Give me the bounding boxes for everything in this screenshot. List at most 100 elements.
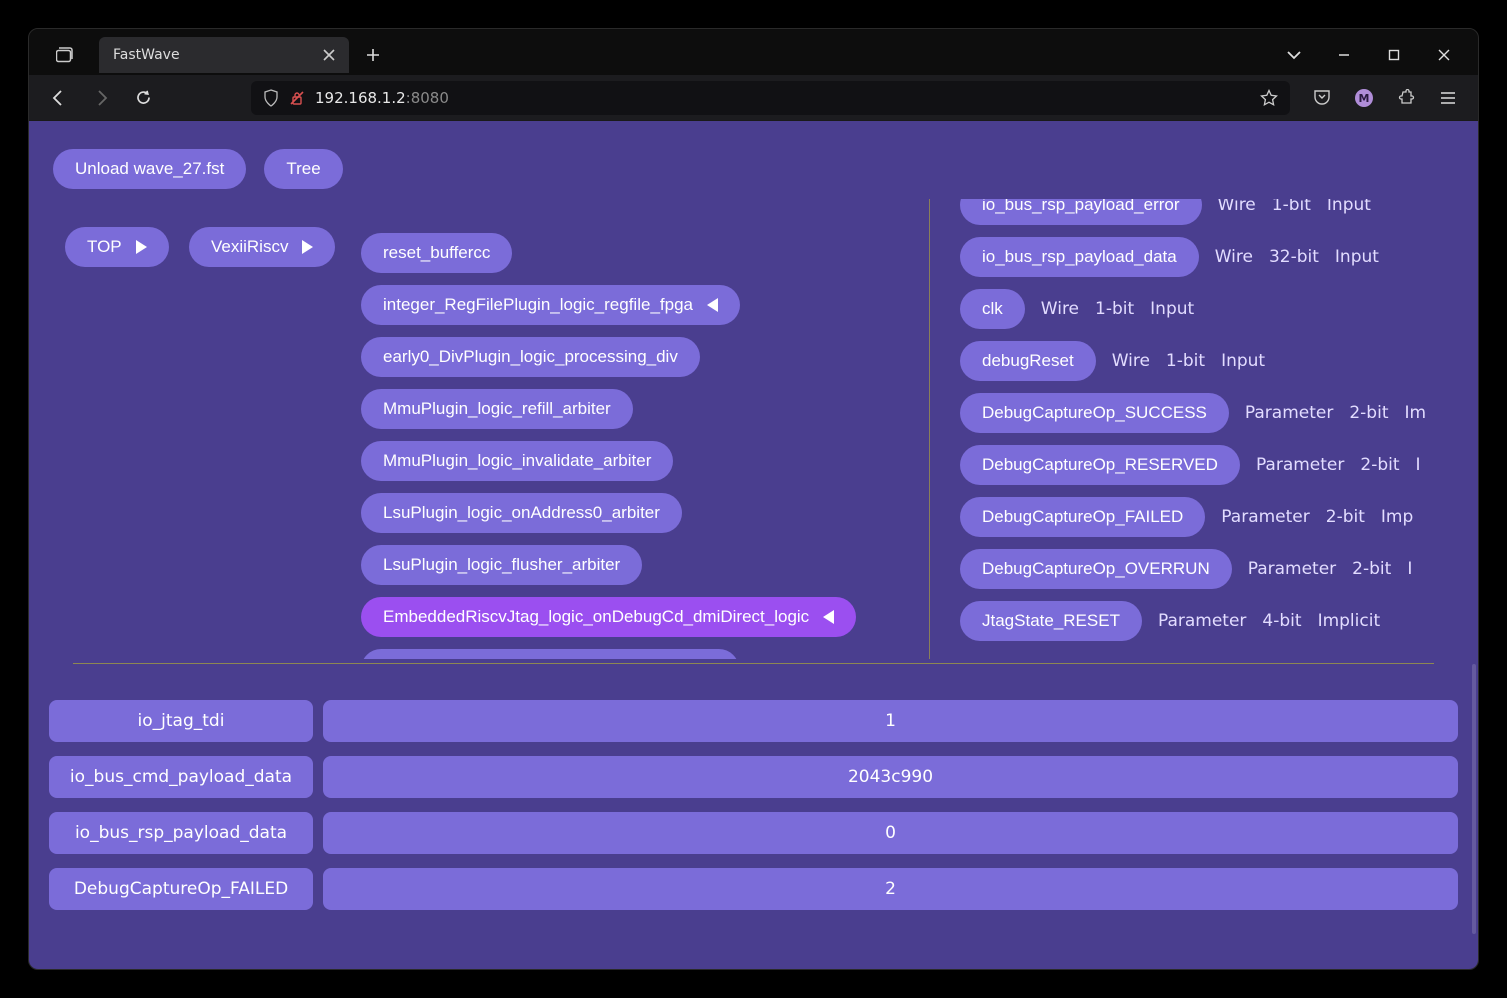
bookmark-star-icon[interactable] [1260,89,1278,107]
module-label: MmuPlugin_logic_refill_arbiter [383,399,611,419]
wave-value[interactable]: 0 [323,812,1458,854]
waveform-panel: io_jtag_tdi1io_bus_cmd_payload_data2043c… [29,664,1478,934]
forward-button[interactable] [83,80,119,116]
signal-row: debugResetWire1-bitInput [960,341,1265,381]
signal-name-pill[interactable]: DebugCaptureOp_SUCCESS [960,393,1229,433]
window-controls [1320,37,1468,73]
app-menu-icon[interactable] [1430,80,1466,116]
module-item[interactable]: early0_DivPlugin_logic_processing_div [361,337,700,377]
module-label: EmbeddedRiscvJtag_logic_onDebugCd_dmiDir… [383,607,809,627]
signal-name-pill[interactable]: io_bus_rsp_payload_data [960,237,1199,277]
signals-list: io_bus_rsp_payload_error Wire 1-bit Input io… [929,199,1426,659]
signal-dir: Implicit [1318,611,1381,631]
close-window-button[interactable] [1420,37,1468,73]
module-item[interactable]: MmuPlugin_logic_refill_arbiter [361,389,633,429]
wave-row: io_bus_rsp_payload_data0 [49,812,1458,854]
browser-tab[interactable]: FastWave [99,37,349,73]
tab-title: FastWave [113,47,313,63]
close-icon[interactable] [323,49,335,61]
signal-kind: Parameter [1245,403,1333,423]
signal-width: 4-bit [1262,611,1301,631]
breadcrumb-vexiiriscv[interactable]: VexiiRiscv [189,227,335,267]
signal-name-pill[interactable]: DebugCaptureOp_FAILED [960,497,1205,537]
signal-kind: Parameter [1221,507,1309,527]
shield-icon[interactable] [263,89,279,107]
module-label: early0_DivPlugin_logic_processing_div [383,347,678,367]
signal-row: DebugCaptureOp_FAILED Parameter 2-bit Imp [960,497,1413,537]
signal-dir: Imp [1381,507,1413,527]
new-tab-button[interactable] [357,39,389,71]
wave-name[interactable]: io_bus_rsp_payload_data [49,812,313,854]
tree-button[interactable]: Tree [264,149,342,189]
signal-kind: Wire [1112,351,1150,371]
unload-button[interactable]: Unload wave_27.fst [53,149,246,189]
module-item[interactable]: LsuPlugin_logic_onAddress0_arbiter [361,493,682,533]
back-button[interactable] [41,80,77,116]
maximize-button[interactable] [1370,37,1418,73]
top-toolbar: Unload wave_27.fst Tree [29,121,1478,199]
url-field[interactable]: 192.168.1.2:8080 [251,81,1290,115]
signal-name-pill[interactable]: clk [960,289,1025,329]
wave-value[interactable]: 1 [323,700,1458,742]
signal-kind: Parameter [1158,611,1246,631]
signal-width: 2-bit [1352,559,1391,579]
insecure-lock-icon[interactable] [289,90,305,106]
signal-row: DebugCaptureOp_OVERRUNParameter2-bitI [960,549,1412,589]
signal-width: 32-bit [1269,247,1319,267]
module-item[interactable]: EmbeddedRiscvJtag_logic_onDebugCd_dmiDir… [361,597,856,637]
wave-name[interactable]: DebugCaptureOp_FAILED [49,868,313,910]
signal-name-pill[interactable]: io_bus_rsp_payload_error [960,199,1202,225]
wave-name[interactable]: io_bus_cmd_payload_data [49,756,313,798]
signal-name-pill[interactable]: debugReset [960,341,1096,381]
module-item[interactable]: MmuPlugin_logic_invalidate_arbiter [361,441,673,481]
account-icon[interactable]: M [1346,80,1382,116]
signal-dir: Im [1405,403,1427,423]
module-item[interactable]: reset_buffercc [361,233,512,273]
signal-name-pill[interactable]: JtagState_RESET [960,601,1142,641]
signal-row: clkWire1-bitInput [960,289,1194,329]
wave-row: io_bus_cmd_payload_data2043c990 [49,756,1458,798]
extensions-icon[interactable] [1388,80,1424,116]
url-text: 192.168.1.2:8080 [315,89,449,107]
module-label: reset_buffercc [383,243,490,263]
signal-width: 2-bit [1360,455,1399,475]
breadcrumb-top[interactable]: TOP [65,227,169,267]
wave-value[interactable]: 2043c990 [323,756,1458,798]
signal-name-pill[interactable]: DebugCaptureOp_RESERVED [960,445,1240,485]
module-item[interactable]: EmbeddedRiscvJtag_logic_onDebugCd_dm [361,649,739,659]
chevron-right-icon [302,240,313,254]
signal-width: 2-bit [1326,507,1365,527]
svg-text:M: M [1359,92,1370,105]
signal-row: io_bus_rsp_payload_dataWire32-bitInput [960,237,1379,277]
signal-dir: I [1416,455,1421,475]
signal-dir: I [1407,559,1412,579]
wave-name[interactable]: io_jtag_tdi [49,700,313,742]
wave-row: DebugCaptureOp_FAILED2 [49,868,1458,910]
breadcrumb-vex-label: VexiiRiscv [211,237,288,257]
wave-value[interactable]: 2 [323,868,1458,910]
pocket-icon[interactable] [1304,80,1340,116]
signal-width: 1-bit [1166,351,1205,371]
module-label: MmuPlugin_logic_invalidate_arbiter [383,451,651,471]
chevron-left-icon [823,610,834,624]
signal-dir: Input [1327,199,1371,215]
chevron-left-icon [707,298,718,312]
module-item[interactable]: integer_RegFilePlugin_logic_regfile_fpga [361,285,740,325]
signal-width: 1-bit [1272,199,1311,215]
signal-kind: Wire [1215,247,1253,267]
module-label: LsuPlugin_logic_onAddress0_arbiter [383,503,660,523]
tab-list-dropdown-icon[interactable] [1286,50,1302,60]
signal-kind: Wire [1041,299,1079,319]
tree-columns: TOP VexiiRiscv reset_buffercc integer_Reg… [29,199,1478,659]
signal-name-pill[interactable]: DebugCaptureOp_OVERRUN [960,549,1232,589]
modules-list: reset_buffercc integer_RegFilePlugin_logi… [361,227,921,659]
signal-kind: Parameter [1256,455,1344,475]
tab-overview-icon[interactable] [39,37,91,73]
scrollbar[interactable] [1472,664,1476,934]
minimize-button[interactable] [1320,37,1368,73]
signal-kind: Wire [1218,199,1256,215]
breadcrumb-top-label: TOP [87,237,122,257]
module-item[interactable]: LsuPlugin_logic_flusher_arbiter [361,545,642,585]
reload-button[interactable] [125,80,161,116]
signal-row: JtagState_RESET Parameter 4-bit Implicit [960,601,1380,641]
